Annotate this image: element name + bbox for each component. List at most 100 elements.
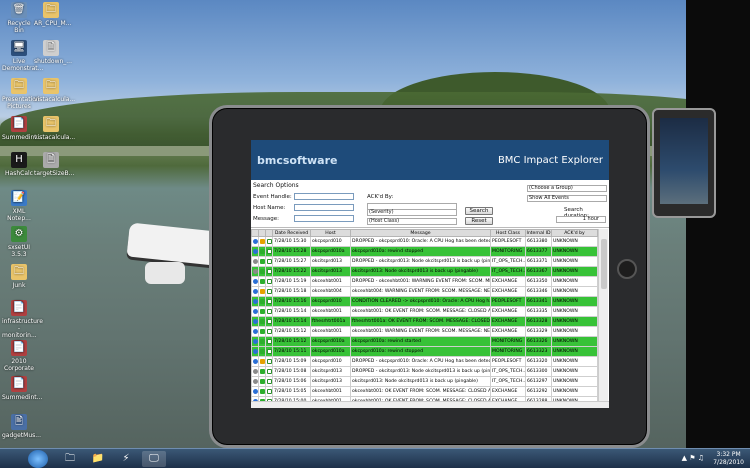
check-icon-cell[interactable]: [265, 336, 273, 347]
host-name-input[interactable]: [294, 204, 354, 211]
status-icon-cell: [258, 266, 266, 277]
column-header[interactable]: Host: [310, 229, 351, 237]
check-icon-cell[interactable]: [265, 266, 273, 277]
checkbox-icon[interactable]: [267, 388, 272, 394]
taskbar-app-button[interactable]: ⚡: [114, 451, 138, 467]
desktop-icon[interactable]: 📄 Summedint...: [2, 116, 42, 141]
checkbox-icon[interactable]: [267, 238, 272, 244]
checkbox-icon[interactable]: [267, 298, 272, 304]
date-received-cell: 7/28/10 15:14: [272, 306, 311, 317]
start-button[interactable]: [28, 450, 48, 468]
group-select[interactable]: (Choose a Group): [527, 185, 607, 192]
table-row[interactable]: 7/28/10 15:14 okcexhbt001 okcexhbt001: OK …: [251, 306, 598, 317]
column-header[interactable]: [265, 229, 273, 237]
desktop-icon[interactable]: 🖥 Live Demonstrat...: [2, 40, 43, 72]
checkbox-icon[interactable]: [267, 248, 272, 254]
check-icon-cell[interactable]: [265, 286, 273, 297]
check-icon-cell[interactable]: [265, 376, 273, 387]
table-row[interactable]: 7/28/10 15:06 okcitsprd013 okcitsprd013: N…: [251, 376, 598, 387]
checkbox-icon[interactable]: [267, 358, 272, 364]
table-row[interactable]: 7/28/10 15:12 okcpsprd010a okcpsprd010a: r…: [251, 336, 598, 347]
table-row[interactable]: 7/28/10 15:30 okcpsprd010 DROPPED - okcpsp…: [251, 236, 598, 247]
table-row[interactable]: 7/28/10 15:22 okcitsprd013 okcitsprd013: N…: [251, 266, 598, 277]
desktop-icon[interactable]: 🗎 targetSizeB...: [34, 152, 74, 177]
check-icon-cell[interactable]: [265, 246, 273, 257]
column-header[interactable]: Internal ID: [525, 229, 552, 237]
checkbox-icon[interactable]: [267, 278, 272, 284]
checkbox-icon[interactable]: [267, 308, 272, 314]
checkbox-icon[interactable]: [267, 268, 272, 274]
checkbox-icon[interactable]: [267, 338, 272, 344]
desktop-icon[interactable]: 🗀 vistacalcula...: [34, 78, 75, 103]
desktop-icon[interactable]: 🗀 Junk: [2, 264, 36, 289]
table-row[interactable]: 7/28/10 15:09 okcpsprd010 DROPPED - okcpsp…: [251, 356, 598, 367]
desktop-icon[interactable]: 📄 Summedint...: [2, 376, 42, 401]
column-header[interactable]: ACK'd by: [551, 229, 598, 237]
clock[interactable]: 3:32 PM 7/28/2010: [713, 451, 744, 467]
status-icon-cell: [258, 296, 266, 307]
check-icon-cell[interactable]: [265, 346, 273, 357]
desktop-icon-label: AR_CPU_M...: [34, 20, 72, 27]
scrollbar-thumb[interactable]: [601, 239, 607, 289]
table-row[interactable]: 7/28/10 15:18 okcexhbt004 okcexhbt004: WAR…: [251, 286, 598, 297]
table-row[interactable]: 7/28/10 15:27 okcitsprd013 DROPPED - okcit…: [251, 256, 598, 267]
search-button[interactable]: Search: [465, 207, 493, 215]
desktop-icon[interactable]: 📄2010 Corporate ...: [2, 340, 36, 379]
reset-button[interactable]: Reset: [465, 217, 493, 225]
desktop-icon[interactable]: 🗀 Presentation Pictures: [2, 78, 40, 110]
ipad-thumbnail[interactable]: [652, 108, 716, 218]
events-filter-select[interactable]: Show All Events: [527, 195, 607, 202]
desktop-icon[interactable]: 🖹 gadgetMus...: [2, 414, 41, 439]
check-icon-cell[interactable]: [265, 306, 273, 317]
search-duration-select[interactable]: 1 hour: [556, 216, 606, 223]
table-row[interactable]: 7/28/10 15:08 okcitsprd013 DROPPED - okcit…: [251, 366, 598, 377]
table-row[interactable]: 7/28/10 15:12 okcexhbt001 okcexhbt001: WAR…: [251, 326, 598, 337]
checkbox-icon[interactable]: [267, 258, 272, 264]
checkbox-icon[interactable]: [267, 378, 272, 384]
desktop-icon[interactable]: 🗀 vistacalcula...: [34, 116, 75, 141]
check-icon-cell[interactable]: [265, 366, 273, 377]
desktop-icon[interactable]: ⚙ sxsetUI 3.5.3: [2, 226, 36, 258]
severity-select[interactable]: (Severity): [367, 209, 457, 216]
table-row[interactable]: 7/28/10 15:14 fthesrhtrt001a fthesrhtrt001…: [251, 316, 598, 327]
table-row[interactable]: 7/28/10 15:28 okcpsprd010a okcpsprd010a: r…: [251, 246, 598, 257]
check-icon-cell[interactable]: [265, 276, 273, 287]
table-row[interactable]: 7/28/10 15:16 okcpsprd010 CONDITION CLEARE…: [251, 296, 598, 307]
desktop-icon[interactable]: H HashCalc: [2, 152, 36, 177]
host-class-select[interactable]: (Host Class): [367, 218, 457, 225]
check-icon-cell[interactable]: [265, 356, 273, 367]
table-row[interactable]: 7/28/10 15:19 okcexhbt001 DROPPED - okcexh…: [251, 276, 598, 287]
desktop-icon[interactable]: 📝 XML Notep...: [2, 190, 36, 222]
check-icon-cell[interactable]: [265, 296, 273, 307]
table-row[interactable]: 7/28/10 15:11 okcpsprd010a okcpsprd010a: r…: [251, 346, 598, 357]
table-horizontal-scrollbar[interactable]: [251, 401, 609, 408]
tray-icons[interactable]: ▲ ⚑ ♫: [682, 454, 704, 462]
column-header[interactable]: [258, 229, 266, 237]
checkbox-icon[interactable]: [267, 368, 272, 374]
desktop-icon[interactable]: 🗎 shutdown_...: [34, 40, 72, 65]
table-row[interactable]: 7/28/10 15:05 okcexhbt001 okcexhbt001: OK …: [251, 386, 598, 397]
check-icon-cell[interactable]: [265, 326, 273, 337]
check-icon-cell[interactable]: [265, 386, 273, 397]
table-vertical-scrollbar[interactable]: [598, 229, 608, 401]
column-header[interactable]: [251, 229, 259, 237]
check-icon-cell[interactable]: [265, 316, 273, 327]
column-header[interactable]: Message: [350, 229, 491, 237]
column-header[interactable]: Date Received: [272, 229, 311, 237]
event-handle-input[interactable]: [294, 193, 354, 200]
desktop-icon[interactable]: 📄 infrastructure - monitorin...: [2, 300, 43, 339]
taskbar-app-button[interactable]: 📁: [86, 451, 110, 467]
column-header[interactable]: Host Class: [490, 229, 526, 237]
taskbar-app-button[interactable]: 🗀: [58, 451, 82, 467]
checkbox-icon[interactable]: [267, 348, 272, 354]
check-icon-cell[interactable]: [265, 256, 273, 267]
checkbox-icon[interactable]: [267, 318, 272, 324]
taskbar-app-button[interactable]: 🖵: [142, 451, 166, 467]
checkbox-icon[interactable]: [267, 328, 272, 334]
ipad-home-button[interactable]: [617, 259, 637, 279]
message-input[interactable]: [294, 215, 354, 222]
checkbox-icon[interactable]: [267, 288, 272, 294]
desktop-icon[interactable]: 🗑 Recycle Bin: [2, 2, 36, 34]
desktop-icon[interactable]: 🗀 AR_CPU_M...: [34, 2, 72, 27]
check-icon-cell[interactable]: [265, 236, 273, 247]
